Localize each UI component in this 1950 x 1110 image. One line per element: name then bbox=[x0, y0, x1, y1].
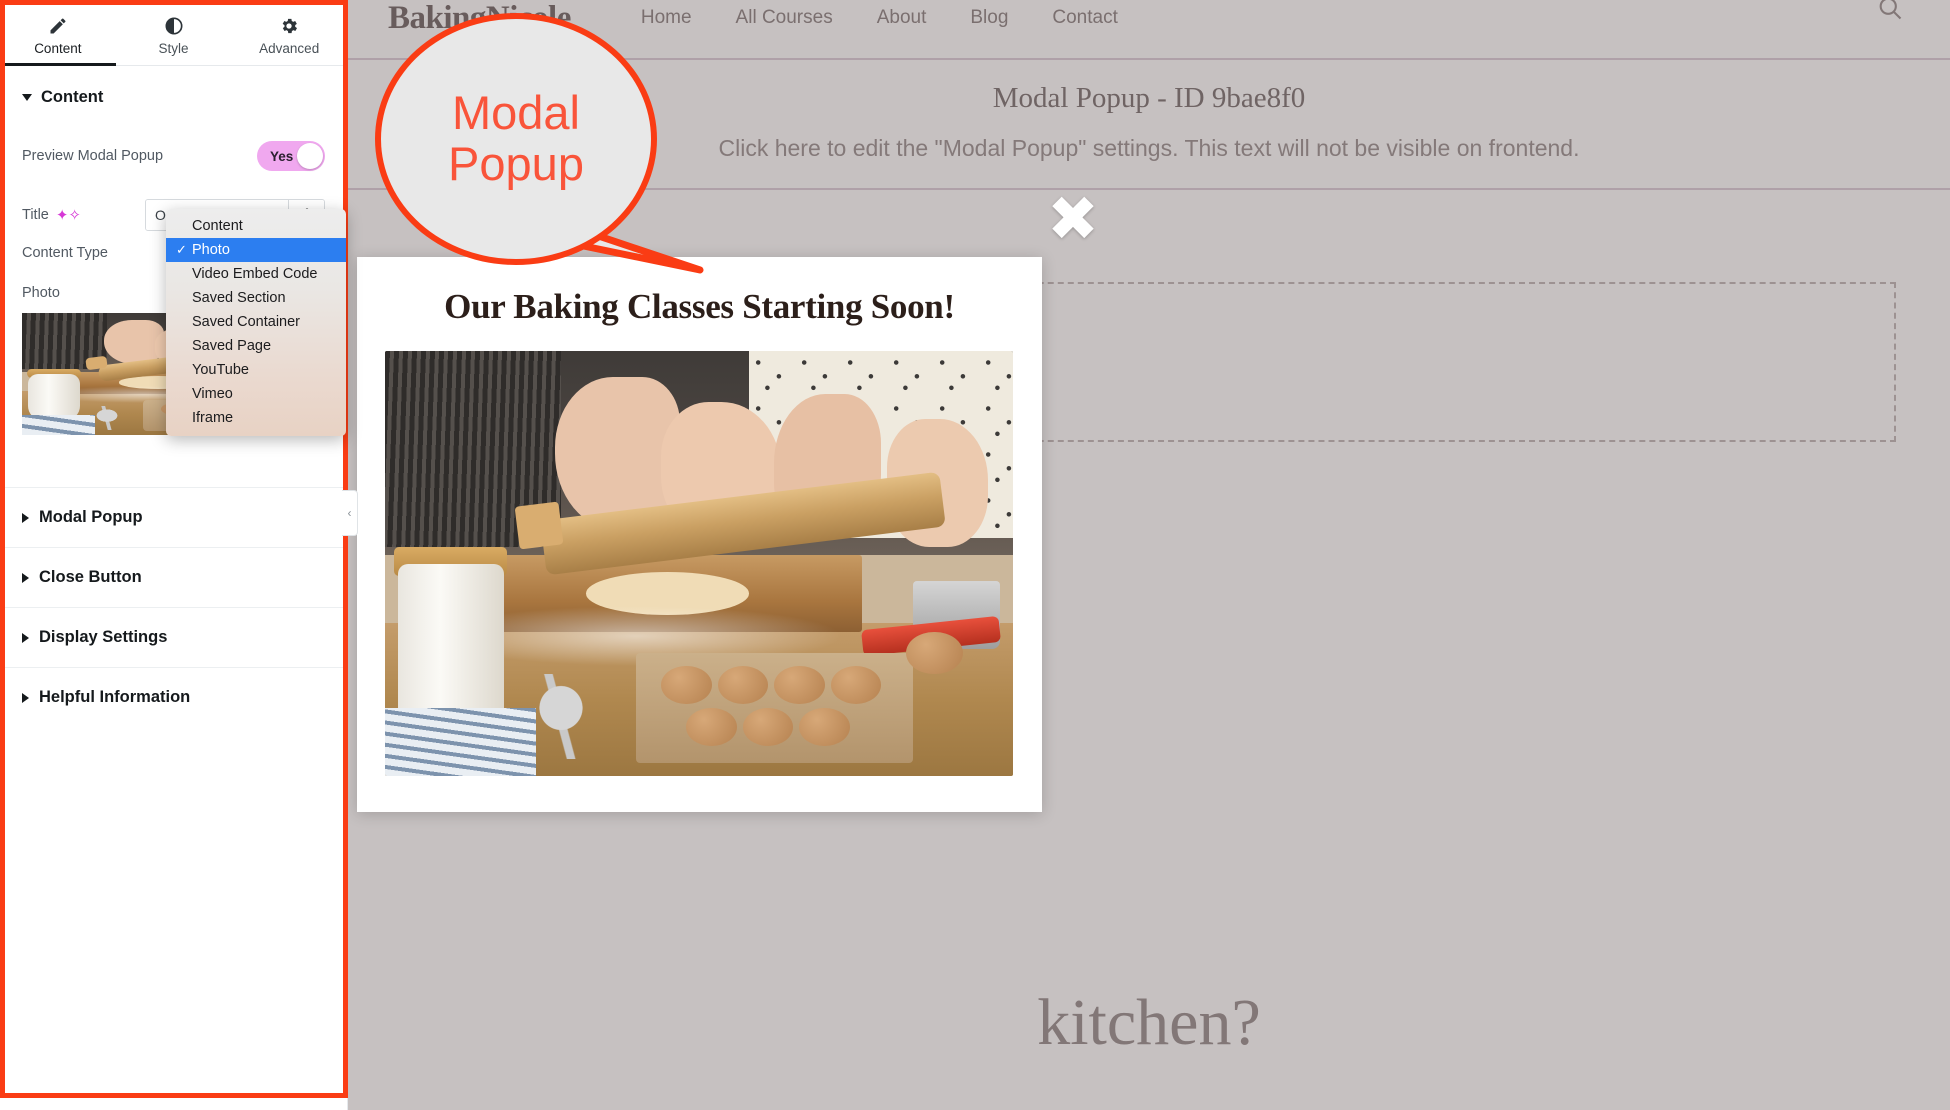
nav-item-blog[interactable]: Blog bbox=[970, 7, 1008, 29]
dropdown-option-video-embed-code[interactable]: Video Embed Code bbox=[166, 262, 346, 286]
sparkle-icon[interactable]: ✦✧ bbox=[56, 208, 81, 223]
dropdown-option-saved-page[interactable]: Saved Page bbox=[166, 334, 346, 358]
chevron-right-icon bbox=[22, 632, 29, 643]
chevron-right-icon bbox=[22, 692, 29, 703]
dropdown-option-label: Saved Page bbox=[192, 338, 272, 354]
tab-advanced[interactable]: Advanced bbox=[231, 0, 347, 65]
toggle-value-label: Yes bbox=[270, 148, 294, 164]
accordion-modal-popup[interactable]: Modal Popup bbox=[0, 487, 347, 547]
dropdown-option-label: Video Embed Code bbox=[192, 266, 318, 282]
dropdown-option-vimeo[interactable]: Vimeo bbox=[166, 382, 346, 406]
section-content-header[interactable]: Content bbox=[0, 66, 347, 127]
preview-modal-popup-toggle[interactable]: Yes bbox=[257, 141, 325, 171]
panel-spacer bbox=[0, 435, 347, 487]
search-icon[interactable] bbox=[1876, 0, 1904, 22]
row-preview-modal-popup: Preview Modal Popup Yes bbox=[0, 127, 347, 185]
pencil-icon bbox=[48, 16, 68, 36]
dropdown-option-content[interactable]: Content bbox=[166, 214, 346, 238]
accordion-display-settings[interactable]: Display Settings bbox=[0, 607, 347, 667]
dropdown-option-label: Saved Section bbox=[192, 290, 286, 306]
modal-close-button[interactable]: ✖ bbox=[1044, 189, 1102, 251]
dropdown-option-label: YouTube bbox=[192, 362, 249, 378]
chevron-right-icon bbox=[22, 512, 29, 523]
content-type-label: Content Type bbox=[22, 245, 108, 261]
dropdown-option-saved-section[interactable]: Saved Section bbox=[166, 286, 346, 310]
site-nav: Home All Courses About Blog Contact bbox=[641, 7, 1118, 29]
content-type-dropdown-menu: Content ✓ Photo Video Embed Code Saved S… bbox=[166, 209, 346, 436]
section-content-title: Content bbox=[41, 88, 104, 106]
dropdown-option-label: Vimeo bbox=[192, 386, 233, 402]
hero-heading-line-2: kitchen? bbox=[1037, 986, 1261, 1059]
modal-photo bbox=[385, 351, 1013, 776]
accordion-modal-popup-label: Modal Popup bbox=[39, 508, 143, 526]
dropdown-option-youtube[interactable]: YouTube bbox=[166, 358, 346, 382]
sidebar-tabs: Content Style Advanced bbox=[0, 0, 347, 66]
baking-photo-art bbox=[385, 351, 1013, 776]
tab-style[interactable]: Style bbox=[116, 0, 232, 65]
chevron-right-icon bbox=[22, 572, 29, 583]
toggle-knob bbox=[297, 143, 323, 169]
dropdown-option-iframe[interactable]: Iframe bbox=[166, 406, 346, 430]
callout-bubble: Modal Popup bbox=[375, 13, 657, 265]
title-label-text: Title bbox=[22, 207, 49, 223]
dropdown-option-label: Iframe bbox=[192, 410, 234, 426]
modal-popup: Our Baking Classes Starting Soon! bbox=[357, 257, 1042, 812]
gear-icon bbox=[279, 16, 299, 36]
nav-item-all-courses[interactable]: All Courses bbox=[736, 7, 833, 29]
tab-content-label: Content bbox=[34, 40, 82, 56]
dropdown-option-label: Photo bbox=[192, 242, 230, 258]
accordion-display-settings-label: Display Settings bbox=[39, 628, 168, 646]
editor-sidebar-panel: Content Style Advanced Content Preview M… bbox=[0, 0, 348, 1110]
check-icon: ✓ bbox=[176, 242, 187, 257]
nav-item-contact[interactable]: Contact bbox=[1052, 7, 1117, 29]
title-field-label: Title ✦✧ bbox=[22, 207, 81, 223]
screen-root: BakingNicole Home All Courses About Blog… bbox=[0, 0, 1950, 1110]
nav-item-home[interactable]: Home bbox=[641, 7, 692, 29]
tab-style-label: Style bbox=[158, 40, 189, 56]
dropdown-option-photo[interactable]: ✓ Photo bbox=[166, 238, 346, 262]
contrast-icon bbox=[164, 16, 184, 36]
accordion-close-button[interactable]: Close Button bbox=[0, 547, 347, 607]
dropdown-option-label: Saved Container bbox=[192, 314, 301, 330]
callout-line-1: Modal bbox=[451, 86, 580, 140]
tab-content[interactable]: Content bbox=[0, 0, 116, 66]
callout-line-2: Popup bbox=[448, 137, 584, 190]
panel-collapse-handle[interactable]: ‹ bbox=[342, 490, 358, 536]
chevron-down-icon bbox=[22, 94, 32, 101]
tab-advanced-label: Advanced bbox=[259, 40, 320, 56]
accordion-helpful-information-label: Helpful Information bbox=[39, 688, 191, 706]
nav-item-about[interactable]: About bbox=[877, 7, 927, 29]
accordion-helpful-information[interactable]: Helpful Information bbox=[0, 667, 347, 727]
modal-title: Our Baking Classes Starting Soon! bbox=[444, 287, 955, 326]
accordion-close-button-label: Close Button bbox=[39, 568, 142, 586]
dropdown-option-saved-container[interactable]: Saved Container bbox=[166, 310, 346, 334]
preview-modal-popup-label: Preview Modal Popup bbox=[22, 148, 164, 164]
dropdown-option-label: Content bbox=[192, 218, 243, 234]
